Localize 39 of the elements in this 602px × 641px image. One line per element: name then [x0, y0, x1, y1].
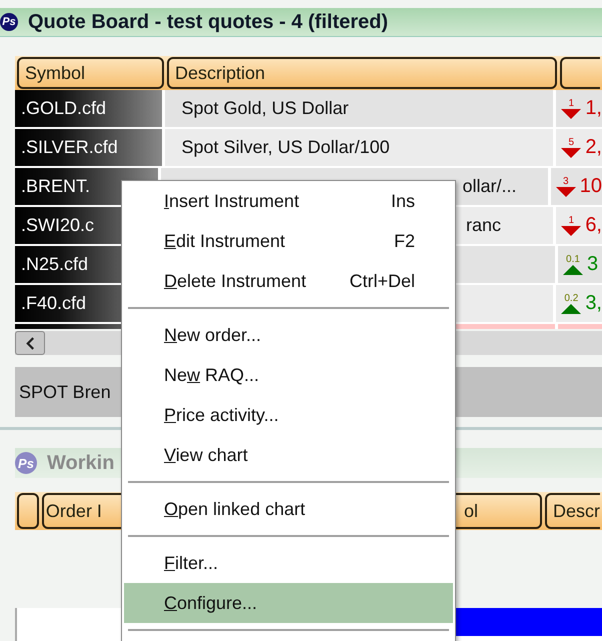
description-cell: Spot Silver, US Dollar/100	[162, 129, 554, 166]
price-value: 10	[580, 175, 602, 198]
price-value: 6,	[585, 214, 602, 237]
app-logo-icon: Ps	[0, 13, 18, 31]
tick-step: 0.2	[564, 293, 578, 304]
column-header[interactable]	[17, 493, 39, 529]
price-value: 3	[587, 253, 598, 276]
price-value: 1,	[585, 97, 602, 120]
tick-step: 1	[568, 98, 574, 109]
price-value: 2,	[585, 136, 602, 159]
menu-item[interactable]: Open linked chart	[124, 489, 453, 529]
description-cell: Spot Gold, US Dollar	[162, 90, 554, 127]
tick-step: 1	[568, 215, 574, 226]
tick-step: 0.1	[566, 254, 580, 265]
symbol-cell[interactable]: .GOLD.cfd	[15, 90, 162, 127]
column-header[interactable]: Symbol	[17, 57, 164, 89]
up-arrow-icon	[561, 304, 582, 314]
menu-item[interactable]: Price activity...	[124, 395, 453, 435]
left-chevron-icon	[26, 336, 34, 350]
window-title: Quote Board - test quotes - 4 (filtered)	[28, 10, 388, 34]
down-arrow-icon	[561, 226, 582, 236]
column-header[interactable]: Description	[167, 57, 557, 89]
menu-item[interactable]: Filter...	[124, 543, 453, 583]
menu-item[interactable]: Configure...	[124, 583, 453, 623]
symbol-cell[interactable]: .SILVER.cfd	[15, 129, 162, 166]
menu-item[interactable]: View chart	[124, 435, 453, 475]
tick-step: 3	[562, 176, 569, 187]
column-header[interactable]: Descr	[545, 493, 600, 529]
down-arrow-icon	[561, 109, 582, 119]
scroll-left-button[interactable]	[15, 331, 45, 355]
tick-step: 5	[568, 137, 574, 148]
menu-item[interactable]: New RAQ...	[124, 355, 453, 395]
app-logo-icon: Ps	[15, 452, 37, 474]
status-text: SPOT Bren	[19, 382, 111, 402]
down-arrow-icon	[556, 187, 576, 197]
price-value: 3,	[585, 292, 602, 315]
up-arrow-icon	[563, 265, 583, 275]
window-title: Workin	[47, 452, 114, 474]
down-arrow-icon	[561, 148, 582, 158]
